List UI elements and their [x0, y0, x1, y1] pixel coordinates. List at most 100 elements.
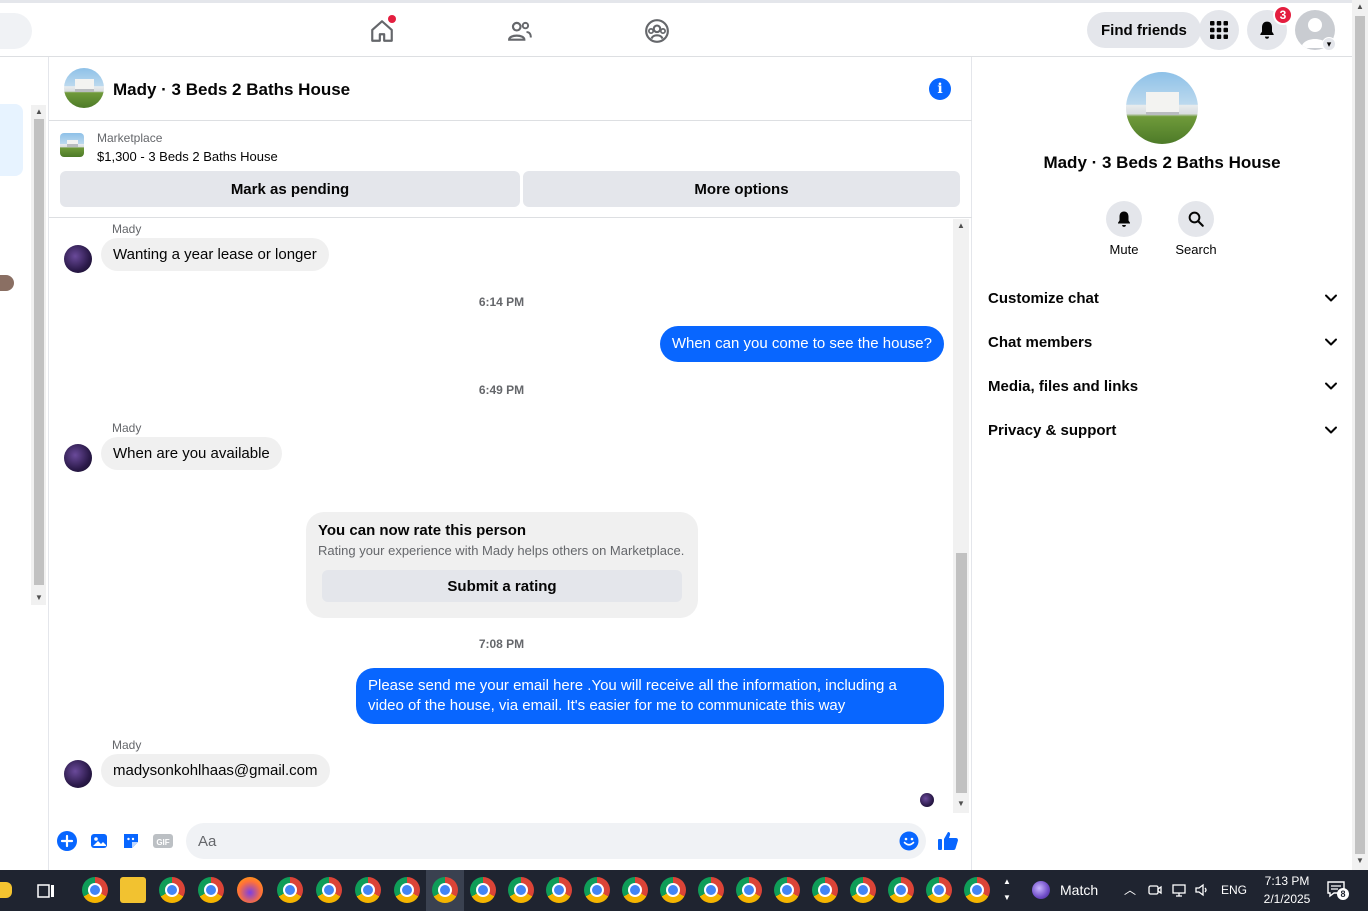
chrome-app-icon[interactable]	[316, 877, 342, 903]
smiley-icon	[899, 831, 919, 851]
weather-widget-text[interactable]: Match	[1060, 882, 1098, 898]
mute-action[interactable]: Mute	[1094, 201, 1154, 257]
chrome-app-icon[interactable]	[394, 877, 420, 903]
notification-center-button[interactable]: 8	[1326, 880, 1349, 900]
menu-button[interactable]	[1199, 10, 1239, 50]
listing-thumbnail[interactable]	[60, 133, 84, 157]
more-options-button[interactable]: More options	[523, 171, 960, 207]
left-scrollbar[interactable]: ▲ ▼	[31, 105, 46, 605]
search-box[interactable]	[0, 13, 32, 49]
notifications-button[interactable]: 3	[1247, 5, 1293, 50]
scroll-up-arrow-icon[interactable]: ▲	[957, 221, 965, 230]
home-tab[interactable]	[364, 13, 400, 49]
chrome-app-icon[interactable]	[774, 877, 800, 903]
weather-widget-icon[interactable]	[1032, 881, 1050, 899]
scroll-up-arrow-icon[interactable]: ▲	[35, 107, 43, 116]
chrome-app-icon[interactable]	[926, 877, 952, 903]
start-widget-icon[interactable]	[0, 882, 12, 898]
chrome-app-icon[interactable]	[850, 877, 876, 903]
chrome-app-icon[interactable]	[159, 877, 185, 903]
like-send-button[interactable]	[937, 830, 959, 852]
taskbar-overflow-arrows[interactable]: ▲ ▼	[1000, 874, 1014, 907]
chrome-app-icon[interactable]	[622, 877, 648, 903]
scroll-down-arrow-icon[interactable]: ▼	[1356, 856, 1364, 865]
chrome-app-icon[interactable]	[888, 877, 914, 903]
volume-icon[interactable]	[1194, 882, 1210, 898]
details-title[interactable]: Mady · 3 Beds 2 Baths House	[972, 153, 1352, 173]
message-timestamp: 6:49 PM	[478, 383, 525, 397]
show-hidden-icons-chevron-icon[interactable]: ︿	[1124, 881, 1136, 898]
chrome-app-icon[interactable]	[660, 877, 686, 903]
message-scrollbar-thumb[interactable]	[956, 553, 967, 793]
chrome-app-icon[interactable]	[277, 877, 303, 903]
conversation-info-icon[interactable]: i	[929, 78, 951, 100]
attach-photo-button[interactable]	[88, 830, 110, 852]
input-language-indicator[interactable]: ENG	[1221, 883, 1247, 897]
find-friends-button[interactable]: Find friends	[1087, 12, 1201, 48]
friends-tab[interactable]	[502, 13, 538, 49]
outgoing-message[interactable]: Please send me your email here .You will…	[356, 668, 944, 724]
chat-title[interactable]: Mady · 3 Beds 2 Baths House	[113, 80, 350, 100]
chrome-app-icon[interactable]	[584, 877, 610, 903]
scroll-down-arrow-icon[interactable]: ▼	[35, 593, 43, 602]
chrome-app-icon[interactable]	[964, 877, 990, 903]
message-input[interactable]	[186, 823, 926, 859]
task-view-icon[interactable]	[37, 882, 55, 900]
chrome-app-icon[interactable]	[198, 877, 224, 903]
page-scrollbar-thumb[interactable]	[1355, 16, 1365, 854]
groups-tab[interactable]	[639, 13, 675, 49]
scroll-down-arrow-icon[interactable]: ▼	[957, 799, 965, 808]
emoji-button[interactable]	[898, 830, 920, 852]
media-files-links-row[interactable]: Media, files and links	[988, 374, 1338, 398]
selected-conversation-highlight	[0, 104, 23, 176]
message-scrollbar[interactable]: ▲ ▼	[953, 219, 969, 813]
incoming-message[interactable]: madysonkohlhaas@gmail.com	[101, 754, 330, 787]
search-action[interactable]: Search	[1166, 201, 1226, 257]
chevron-down-icon	[1325, 382, 1337, 390]
scroll-up-arrow-icon[interactable]: ▲	[1356, 2, 1364, 11]
outgoing-message[interactable]: When can you come to see the house?	[659, 326, 944, 362]
chat-members-row[interactable]: Chat members	[988, 330, 1338, 354]
sender-avatar[interactable]	[64, 444, 92, 472]
privacy-support-row[interactable]: Privacy & support	[988, 418, 1338, 442]
listing-profile-photo[interactable]	[1126, 72, 1198, 144]
conversation-avatar[interactable]	[0, 275, 14, 291]
sticker-button[interactable]	[120, 830, 142, 852]
mark-as-pending-button[interactable]: Mark as pending	[60, 171, 520, 207]
file-explorer-icon[interactable]	[120, 877, 146, 903]
marketplace-listing-bar: Marketplace $1,300 - 3 Beds 2 Baths Hous…	[49, 122, 972, 218]
more-actions-button[interactable]	[56, 830, 78, 852]
gif-button[interactable]: GIF	[152, 830, 174, 852]
chrome-app-icon[interactable]	[698, 877, 724, 903]
marketplace-label: Marketplace	[97, 131, 163, 145]
network-icon[interactable]	[1171, 882, 1187, 898]
chrome-app-icon[interactable]	[82, 877, 108, 903]
chrome-app-icon[interactable]	[736, 877, 762, 903]
chevron-down-icon	[1325, 338, 1337, 346]
page-scrollbar[interactable]: ▲ ▼	[1352, 0, 1368, 870]
chrome-app-icon[interactable]	[355, 877, 381, 903]
incoming-message[interactable]: When are you available	[101, 437, 282, 470]
section-label: Customize chat	[988, 289, 1099, 307]
sender-avatar[interactable]	[64, 245, 92, 273]
chrome-app-icon[interactable]	[546, 877, 572, 903]
notification-count-badge: 3	[1273, 5, 1293, 25]
chrome-app-icon[interactable]	[432, 877, 458, 903]
incoming-message[interactable]: Wanting a year lease or longer	[101, 238, 329, 271]
chrome-app-icon[interactable]	[470, 877, 496, 903]
chrome-app-icon[interactable]	[508, 877, 534, 903]
customize-chat-row[interactable]: Customize chat	[988, 286, 1338, 310]
sender-avatar[interactable]	[64, 760, 92, 788]
account-chevron-down-icon[interactable]: ▾	[1322, 37, 1336, 51]
firefox-app-icon[interactable]	[237, 877, 263, 903]
listing-avatar[interactable]	[64, 68, 104, 108]
clock-time[interactable]: 7:13 PM	[1252, 874, 1322, 888]
submit-rating-button[interactable]: Submit a rating	[322, 570, 682, 602]
chevron-down-icon	[1325, 294, 1337, 302]
left-scrollbar-thumb[interactable]	[34, 119, 44, 585]
chrome-app-icon[interactable]	[812, 877, 838, 903]
clock-date[interactable]: 2/1/2025	[1252, 892, 1322, 906]
meet-now-icon[interactable]	[1147, 882, 1163, 898]
top-navigation-bar: Find friends 3 ▾	[0, 0, 1352, 57]
listing-title[interactable]: $1,300 - 3 Beds 2 Baths House	[97, 149, 278, 164]
